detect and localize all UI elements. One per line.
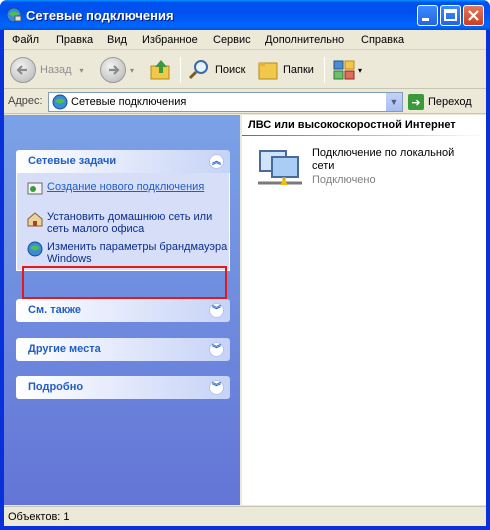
other-places-header[interactable]: Другие места ︾ <box>16 338 230 361</box>
menu-help[interactable]: Справка <box>361 34 404 46</box>
expand-chevron-icon[interactable]: ︾ <box>209 303 224 318</box>
close-button[interactable] <box>463 5 484 26</box>
back-label: Назад <box>40 64 72 76</box>
connection-item[interactable]: Подключение по локальной сети Подключено <box>256 145 476 191</box>
collapse-chevron-icon[interactable]: ︽ <box>209 154 224 169</box>
address-dropdown-button[interactable]: ▼ <box>385 93 402 111</box>
back-dropdown-icon: ▾ <box>79 65 84 75</box>
network-tasks-header[interactable]: Сетевые задачи ︽ <box>16 150 230 173</box>
back-arrow-icon <box>10 57 36 83</box>
menu-view[interactable]: Вид <box>107 34 127 46</box>
new-connection-icon <box>27 182 43 195</box>
minimize-button[interactable] <box>417 5 438 26</box>
toolbar-separator <box>180 57 181 83</box>
address-label: Адрес: <box>8 95 43 107</box>
other-places-title: Другие места <box>28 343 101 355</box>
expand-chevron-icon[interactable]: ︾ <box>209 380 224 395</box>
task-home-network[interactable]: Установить домашнюю сеть или сеть малого… <box>27 211 229 235</box>
status-text: Объектов: 1 <box>8 511 70 523</box>
address-bar: Адрес: Сетевые подключения ▼ ➜ Переход <box>4 90 486 114</box>
close-icon <box>468 10 479 21</box>
window-title: Сетевые подключения <box>26 8 174 23</box>
firewall-icon <box>27 241 43 257</box>
status-bar: Объектов: 1 <box>4 506 486 526</box>
see-also-title: См. также <box>28 304 81 316</box>
selection-highlight <box>22 266 227 299</box>
details-title: Подробно <box>28 381 84 393</box>
content-pane: ЛВС или высокоскоростной Интернет Подклю… <box>242 115 486 505</box>
task-firewall[interactable]: Изменить параметры брандмауэра Windows <box>27 241 229 265</box>
views-icon <box>333 60 355 80</box>
window: Сетевые подключения Файл Правка Вид Избр… <box>0 0 490 530</box>
forward-arrow-icon <box>100 57 126 83</box>
group-heading: ЛВС или высокоскоростной Интернет <box>248 119 456 131</box>
up-folder-icon <box>150 60 170 80</box>
folders-button[interactable]: Папки <box>256 55 314 85</box>
search-button[interactable]: Поиск <box>188 55 245 85</box>
folders-icon <box>258 62 278 80</box>
search-icon <box>188 60 208 80</box>
toolbar: Назад ▾ ▾ Поиск Папки ▾ <box>4 51 486 89</box>
forward-dropdown-icon: ▾ <box>130 65 135 75</box>
lan-connection-icon <box>258 150 302 185</box>
toolbar-separator <box>324 57 325 83</box>
maximize-button[interactable] <box>440 5 461 26</box>
menu-tools[interactable]: Сервис <box>213 34 251 46</box>
home-network-icon <box>27 212 43 227</box>
expand-chevron-icon[interactable]: ︾ <box>209 342 224 357</box>
go-arrow-icon: ➜ <box>408 94 424 110</box>
task-firewall-label: Изменить параметры брандмауэра Windows <box>47 241 228 265</box>
network-tasks-title: Сетевые задачи <box>28 155 117 167</box>
forward-button[interactable]: ▾ <box>100 55 134 85</box>
group-divider <box>242 135 486 136</box>
connection-name: Подключение по локальной сети <box>312 147 455 172</box>
see-also-header[interactable]: См. также ︾ <box>16 299 230 322</box>
details-header[interactable]: Подробно ︾ <box>16 376 230 399</box>
menu-advanced[interactable]: Дополнительно <box>265 34 344 46</box>
connection-status: Подключено <box>312 174 376 186</box>
menu-favorites[interactable]: Избранное <box>142 34 198 46</box>
window-body: Файл Правка Вид Избранное Сервис Дополни… <box>4 30 486 526</box>
address-value: Сетевые подключения <box>71 96 187 108</box>
maximize-icon <box>444 9 457 21</box>
back-button[interactable]: Назад ▾ <box>10 55 84 85</box>
address-field[interactable]: Сетевые подключения ▼ <box>48 92 403 112</box>
views-button[interactable]: ▾ <box>332 55 362 85</box>
go-button[interactable]: ➜ Переход <box>408 93 472 111</box>
network-connections-icon <box>6 7 22 23</box>
up-folder-button[interactable] <box>149 55 173 85</box>
go-label: Переход <box>428 96 472 108</box>
task-home-network-label: Установить домашнюю сеть или сеть малого… <box>47 211 213 235</box>
views-dropdown-icon: ▾ <box>358 65 363 75</box>
title-bar[interactable]: Сетевые подключения <box>0 0 490 30</box>
network-tasks-body: Создание нового подключения Установить д… <box>16 173 230 271</box>
menu-edit[interactable]: Правка <box>56 34 93 46</box>
search-label: Поиск <box>215 64 246 76</box>
task-create-connection-label: Создание нового подключения <box>47 181 205 193</box>
folders-label: Папки <box>283 64 314 76</box>
task-pane: Сетевые задачи ︽ Создание нового подключ… <box>4 115 240 505</box>
task-create-connection[interactable]: Создание нового подключения <box>27 181 204 197</box>
chevron-down-icon: ▼ <box>389 97 399 107</box>
menu-bar: Файл Правка Вид Избранное Сервис Дополни… <box>4 30 486 50</box>
menu-file[interactable]: Файл <box>12 34 39 46</box>
minimize-icon <box>422 18 429 21</box>
network-connections-icon <box>52 94 68 110</box>
